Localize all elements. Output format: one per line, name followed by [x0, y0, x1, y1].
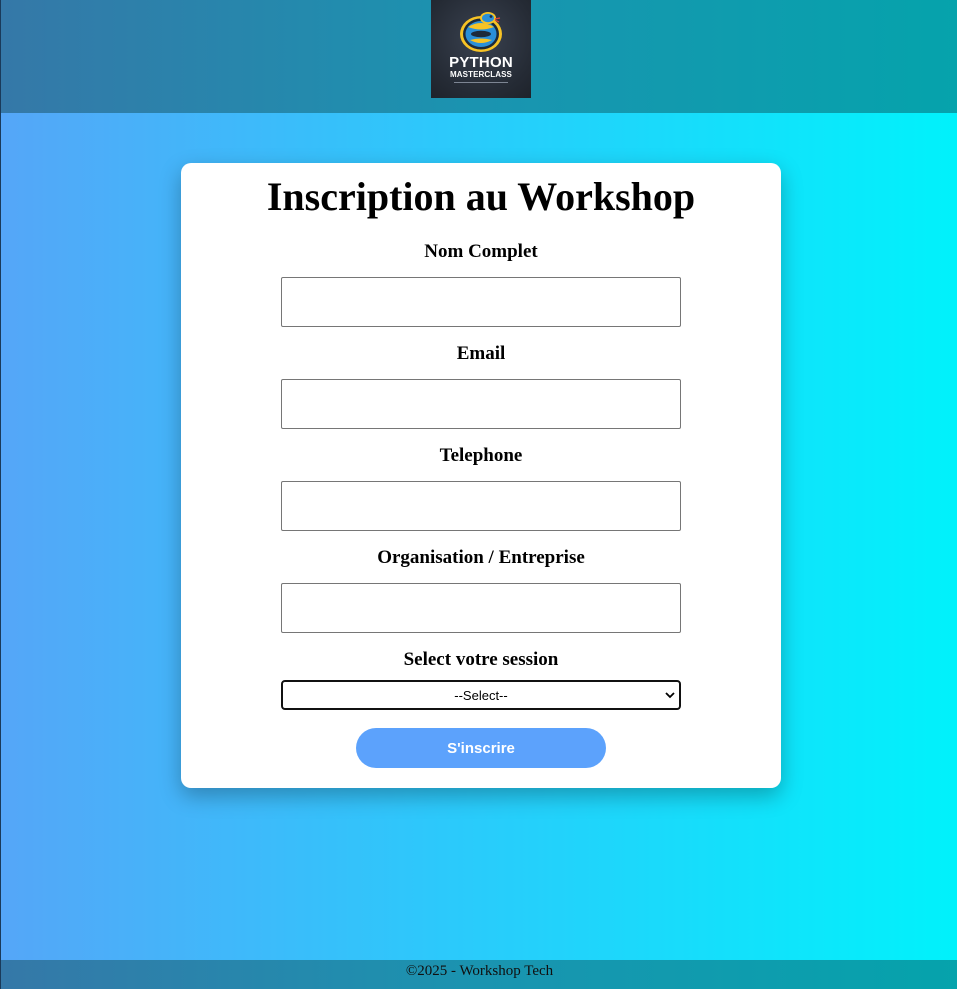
- email-label: Email: [456, 343, 506, 364]
- full-name-input[interactable]: [281, 277, 681, 327]
- organisation-input[interactable]: [281, 583, 681, 633]
- header: PYTHON MASTERCLASS: [1, 0, 957, 113]
- session-select[interactable]: --Select--: [281, 680, 681, 710]
- full-name-label: Nom Complet: [424, 241, 538, 262]
- registration-form-card: Inscription au Workshop Nom Complet Emai…: [181, 163, 781, 788]
- organisation-label: Organisation / Entreprise: [377, 547, 585, 568]
- chevron-down-icon: [665, 692, 675, 699]
- logo-divider: [454, 82, 508, 83]
- register-button[interactable]: S'inscrire: [356, 728, 606, 768]
- telephone-label: Telephone: [439, 445, 523, 466]
- session-select-value: --Select--: [454, 687, 508, 703]
- email-input[interactable]: [281, 379, 681, 429]
- form-title: Inscription au Workshop: [266, 174, 696, 219]
- footer: ©2025 - Workshop Tech: [1, 960, 957, 989]
- logo-title: PYTHON: [449, 54, 513, 71]
- python-snake-icon: [460, 12, 502, 52]
- copyright-text: ©2025 - Workshop Tech: [405, 963, 554, 979]
- session-label: Select votre session: [403, 649, 559, 670]
- python-masterclass-logo[interactable]: PYTHON MASTERCLASS: [431, 0, 531, 98]
- logo-subtitle: MASTERCLASS: [450, 70, 512, 79]
- telephone-input[interactable]: [281, 481, 681, 531]
